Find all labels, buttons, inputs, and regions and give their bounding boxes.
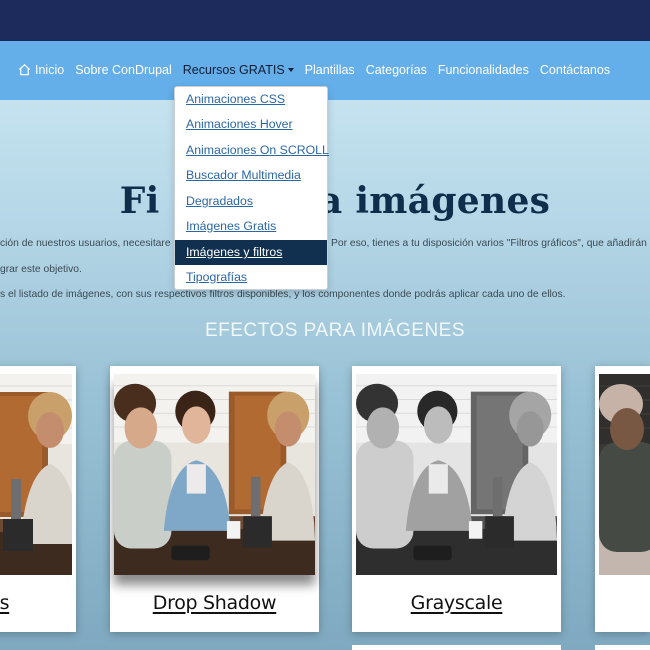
dropdown-item-degradados[interactable]: Degradados — [175, 189, 327, 214]
dropdown-item-imagenes-gratis[interactable]: Imágenes Gratis — [175, 214, 327, 239]
page-title-left: Fi — [119, 180, 160, 222]
main-nav: Inicio Sobre ConDrupal Recursos GRATIS P… — [18, 63, 621, 77]
home-icon — [18, 64, 31, 76]
dropdown-item-buscador-multimedia[interactable]: Buscador Multimedia — [175, 163, 327, 188]
effect-card-image — [356, 374, 557, 575]
nav-item-inicio[interactable]: Inicio — [18, 63, 64, 77]
effect-card-label[interactable]: Drop Shadow — [110, 592, 319, 614]
recursos-dropdown-menu: Animaciones CSS Animaciones Hover Animac… — [174, 86, 329, 290]
section-title: EFECTOS PARA IMÁGENES — [204, 320, 466, 341]
effect-card-1[interactable]: ss — [0, 366, 76, 632]
next-row-card — [595, 645, 650, 650]
dropdown-item-animaciones-on-scroll[interactable]: Animaciones On SCROLL — [175, 138, 329, 163]
page-title-right: ra imágenes — [299, 180, 551, 222]
caret-down-icon — [287, 68, 294, 72]
nav-item-categorias[interactable]: Categorías — [366, 63, 427, 77]
nav-item-label: Recursos GRATIS — [182, 63, 285, 77]
dropdown-item-tipografias[interactable]: Tipografías — [175, 265, 327, 290]
next-row-card — [352, 645, 561, 650]
effect-card-image — [0, 374, 72, 575]
nav-item-funcionalidades[interactable]: Funcionalidades — [438, 63, 529, 77]
top-band — [0, 0, 650, 41]
effect-card-label[interactable]: Grayscale — [352, 592, 561, 614]
intro-line-2: grar este objetivo. — [0, 264, 82, 275]
dropdown-item-imagenes-y-filtros[interactable]: Imágenes y filtros — [175, 240, 327, 265]
nav-item-label: Inicio — [35, 63, 65, 77]
effect-card-4[interactable] — [595, 366, 650, 632]
effect-card-image — [114, 374, 315, 575]
nav-item-sobre-condrupal[interactable]: Sobre ConDrupal — [75, 63, 172, 77]
nav-item-plantillas[interactable]: Plantillas — [305, 63, 355, 77]
dropdown-item-animaciones-hover[interactable]: Animaciones Hover — [175, 112, 327, 137]
nav-item-contactanos[interactable]: Contáctanos — [540, 63, 610, 77]
intro-line-3: s el listado de imágenes, con sus respec… — [0, 289, 566, 300]
effect-card-grayscale[interactable]: Grayscale — [352, 366, 561, 632]
effect-card-label[interactable]: ss — [0, 592, 76, 614]
intro-line-1-right: Por eso, tienes a tu disposición varios … — [331, 238, 647, 249]
intro-line-1-left: ción de nuestros usuarios, necesitare — [0, 238, 171, 249]
effect-card-image — [599, 374, 650, 575]
nav-item-recursos-gratis[interactable]: Recursos GRATIS — [183, 63, 294, 77]
dropdown-item-animaciones-css[interactable]: Animaciones CSS — [175, 87, 327, 112]
effect-card-drop-shadow[interactable]: Drop Shadow — [110, 366, 319, 632]
